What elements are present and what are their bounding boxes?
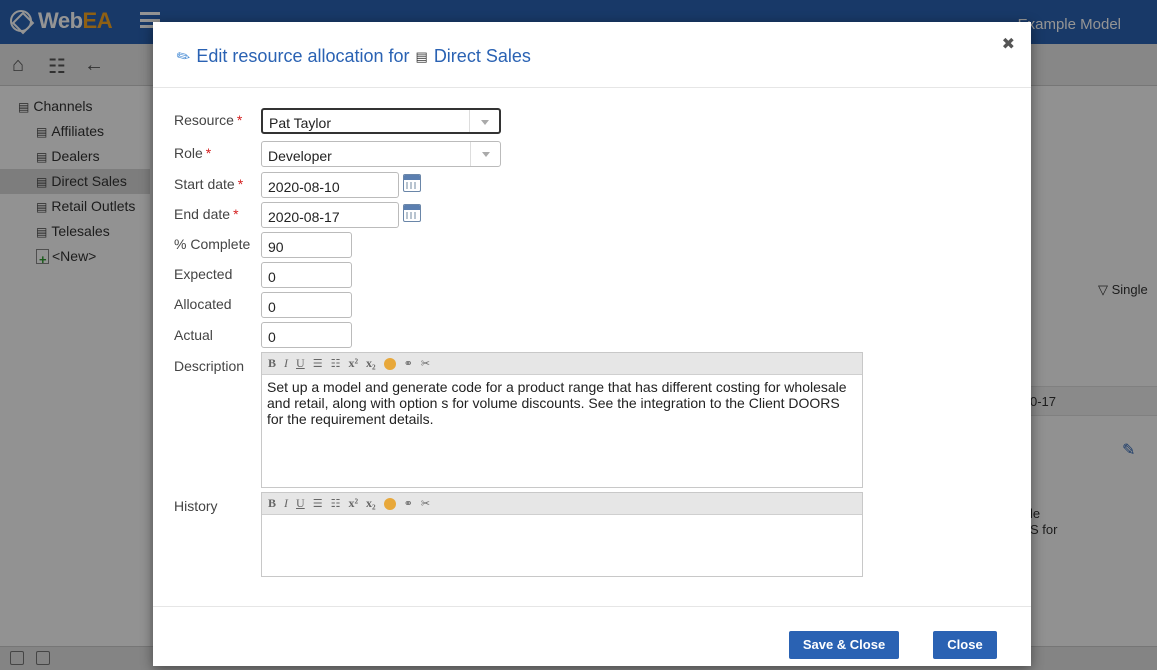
required-marker: * [237,176,244,192]
allocated-value: 0 [268,299,276,315]
resource-value: Pat Taylor [269,115,331,131]
end-date-value: 2020-08-17 [268,209,340,225]
chevron-down-icon[interactable] [469,110,499,132]
chevron-down-icon[interactable] [470,142,500,166]
dialog-title-element: Direct Sales [433,46,531,66]
expected-label: Expected [174,266,233,282]
required-marker: * [233,206,239,222]
expected-input[interactable]: 0 [261,262,352,288]
italic-button[interactable]: I [284,356,288,371]
bold-button[interactable]: B [268,496,276,511]
history-text[interactable] [262,515,862,576]
dialog-title-prefix: Edit resource allocation for [196,46,410,66]
bold-button[interactable]: B [268,356,276,371]
resource-label-text: Resource [174,112,234,128]
description-text[interactable]: Set up a model and generate code for a p… [262,375,862,431]
link-icon[interactable]: ⚭ [404,497,413,510]
role-label-text: Role [174,145,203,161]
dialog-title: ✎ Edit resource allocation for ▤ Direct … [174,46,531,68]
history-editor: B I U ☰ ☷ x² x₂ ⚭ ✂ [261,492,863,577]
resource-select[interactable]: Pat Taylor [261,108,501,134]
superscript-button[interactable]: x² [348,496,358,511]
actual-input[interactable]: 0 [261,322,352,348]
resource-allocation-icon: ✎ [173,46,195,68]
role-label: Role * [174,145,211,161]
ordered-list-icon[interactable]: ☰ [313,357,323,370]
bullet-list-icon[interactable]: ☷ [331,497,341,510]
ordered-list-icon[interactable]: ☰ [313,497,323,510]
unlink-icon[interactable]: ✂ [421,497,430,510]
save-close-button[interactable]: Save & Close [789,631,899,659]
required-marker: * [236,112,243,128]
start-date-label: Start date * [174,176,243,192]
description-editor: B I U ☰ ☷ x² x₂ ⚭ ✂ Set up a model and g… [261,352,863,488]
close-icon[interactable]: ✖ [1002,34,1015,54]
unlink-icon[interactable]: ✂ [421,357,430,370]
allocated-input[interactable]: 0 [261,292,352,318]
dialog-footer: Save & Close Close [153,606,1031,666]
history-editor-toolbar: B I U ☰ ☷ x² x₂ ⚭ ✂ [262,493,862,515]
end-date-label-text: End date [174,206,231,222]
end-date-input[interactable]: 2020-08-17 [261,202,399,228]
dialog-header: ✎ Edit resource allocation for ▤ Direct … [153,22,1031,88]
color-palette-icon[interactable] [383,497,396,510]
subscript-button[interactable]: x₂ [366,356,376,371]
underline-button[interactable]: U [296,496,305,511]
resource-label: Resource * [174,112,242,128]
bullet-list-icon[interactable]: ☷ [331,357,341,370]
required-marker: * [205,145,212,161]
actual-label: Actual [174,327,213,343]
percent-complete-input[interactable]: 90 [261,232,352,258]
calendar-icon[interactable] [403,174,421,192]
percent-complete-value: 90 [268,239,284,255]
end-date-label: End date * [174,206,239,222]
allocated-label: Allocated [174,296,232,312]
description-editor-toolbar: B I U ☰ ☷ x² x₂ ⚭ ✂ [262,353,862,375]
element-icon: ▤ [415,48,428,64]
link-icon[interactable]: ⚭ [404,357,413,370]
color-palette-icon[interactable] [383,357,396,370]
start-date-value: 2020-08-10 [268,179,340,195]
italic-button[interactable]: I [284,496,288,511]
start-date-input[interactable]: 2020-08-10 [261,172,399,198]
description-label: Description [174,358,245,374]
start-date-label-text: Start date [174,176,235,192]
role-select[interactable]: Developer [261,141,501,167]
calendar-icon[interactable] [403,204,421,222]
actual-value: 0 [268,329,276,345]
subscript-button[interactable]: x₂ [366,496,376,511]
history-label: History [174,498,218,514]
underline-button[interactable]: U [296,356,305,371]
percent-complete-label: % Complete [174,236,251,252]
expected-value: 0 [268,269,276,285]
role-value: Developer [268,148,332,164]
close-button[interactable]: Close [933,631,997,659]
edit-resource-allocation-dialog: ✎ Edit resource allocation for ▤ Direct … [153,22,1031,666]
superscript-button[interactable]: x² [348,356,358,371]
